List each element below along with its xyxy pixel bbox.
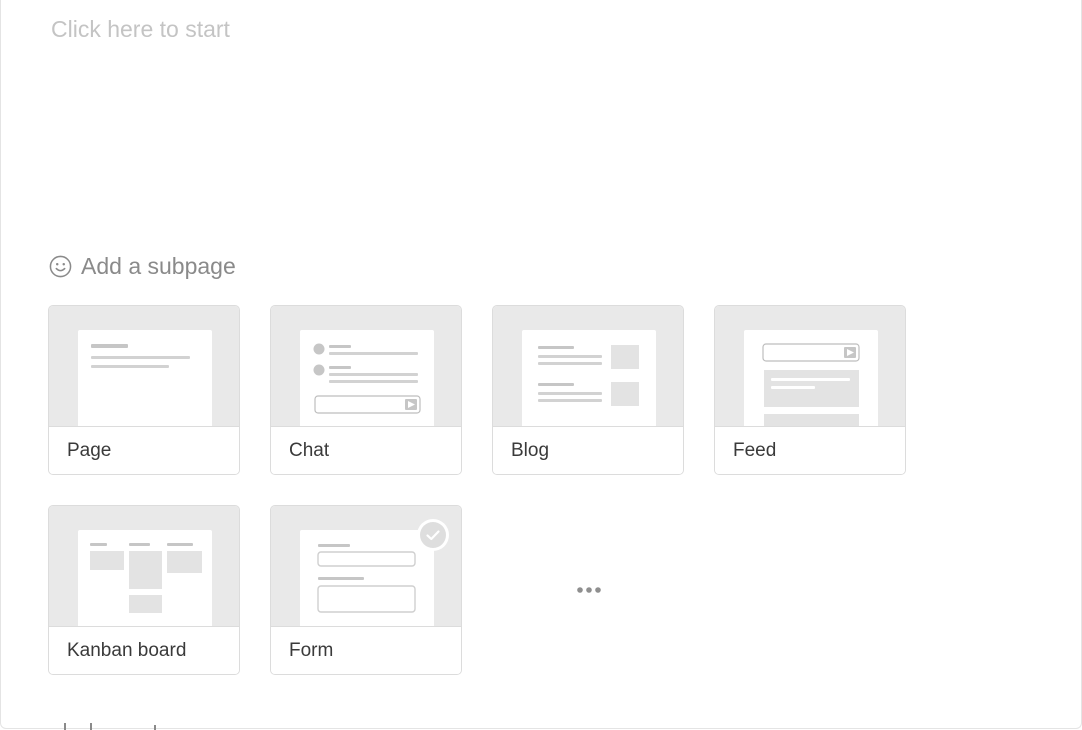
template-thumbnail-form xyxy=(271,506,461,626)
template-label: Chat xyxy=(271,426,461,474)
template-label: Page xyxy=(49,426,239,474)
template-card-chat[interactable]: Chat xyxy=(270,305,462,475)
template-label: Blog xyxy=(493,426,683,474)
template-thumbnail-feed xyxy=(715,306,905,426)
template-thumbnail-blog xyxy=(493,306,683,426)
editor-placeholder[interactable]: Click here to start xyxy=(51,16,230,43)
add-subpage-label: Add a subpage xyxy=(81,253,236,279)
more-horizontal-icon xyxy=(571,582,607,600)
template-thumbnail-page xyxy=(49,306,239,426)
template-thumbnail-kanban xyxy=(49,506,239,626)
selected-check-icon xyxy=(417,519,449,551)
template-card-feed[interactable]: Feed xyxy=(714,305,906,475)
more-templates-button[interactable] xyxy=(566,578,612,604)
template-label: Feed xyxy=(715,426,905,474)
template-label: Form xyxy=(271,626,461,674)
template-card-page[interactable]: Page xyxy=(48,305,240,475)
template-label: Kanban board xyxy=(49,626,239,674)
clipped-next-item xyxy=(50,718,170,730)
smiley-icon xyxy=(49,255,72,278)
template-card-blog[interactable]: Blog xyxy=(492,305,684,475)
template-card-form[interactable]: Form xyxy=(270,505,462,675)
add-subpage-button[interactable]: Add a subpage xyxy=(49,253,236,280)
template-thumbnail-chat xyxy=(271,306,461,426)
template-card-kanban[interactable]: Kanban board xyxy=(48,505,240,675)
